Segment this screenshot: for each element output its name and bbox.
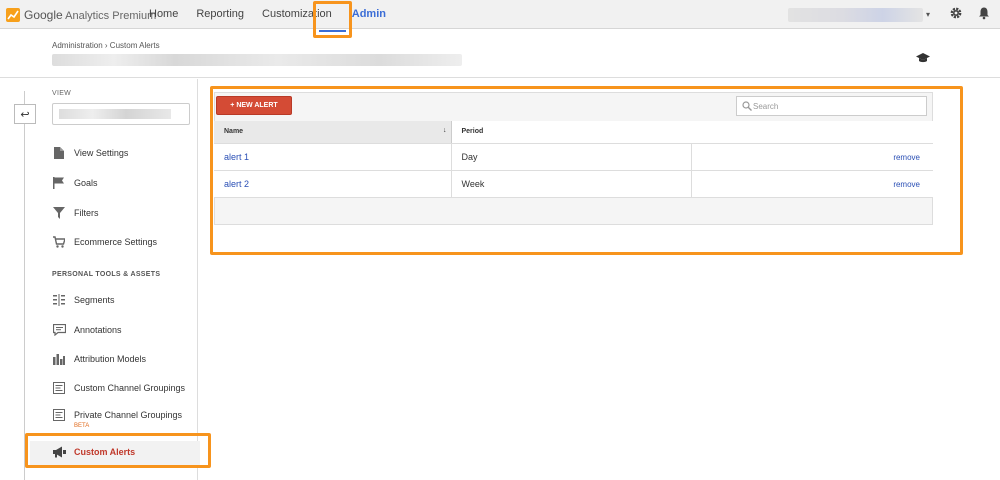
brand-name: Google <box>24 8 63 22</box>
megaphone-icon <box>52 445 66 459</box>
sidebar-item-ecommerce-settings[interactable]: Ecommerce Settings <box>52 234 157 250</box>
sidebar-item-label: View Settings <box>74 148 129 158</box>
sidebar-item-custom-alerts[interactable]: Custom Alerts <box>52 444 135 460</box>
flag-icon <box>52 176 66 190</box>
sidebar-item-custom-channel-groupings[interactable]: Custom Channel Groupings <box>52 380 185 396</box>
beta-badge: BETA <box>74 423 90 429</box>
sidebar-item-label: Custom Alerts <box>74 447 136 457</box>
property-name <box>52 54 462 66</box>
page-header: Administration › Custom Alerts <box>0 30 1000 78</box>
sidebar-item-segments[interactable]: Segments <box>52 292 115 308</box>
account-selector[interactable] <box>788 8 923 22</box>
back-button[interactable]: ↩ <box>14 104 36 124</box>
sidebar-item-goals[interactable]: Goals <box>52 175 98 191</box>
filter-icon <box>52 206 66 220</box>
admin-sidebar: ↩ VIEW View Settings Goals Filters Ecomm… <box>0 79 198 480</box>
main-nav: Home Reporting Customization Admin <box>140 0 395 29</box>
bell-icon[interactable] <box>977 6 991 20</box>
graduation-cap-icon[interactable] <box>916 52 930 64</box>
sidebar-item-label: Private Channel Groupings <box>74 410 183 420</box>
analytics-logo-icon <box>6 8 20 22</box>
sidebar-item-filters[interactable]: Filters <box>52 205 99 221</box>
divider <box>24 91 25 480</box>
sidebar-item-annotations[interactable]: Annotations <box>52 322 122 338</box>
view-selector[interactable] <box>52 103 190 125</box>
sidebar-item-label: Segments <box>74 295 115 305</box>
sidebar-item-label: Annotations <box>74 325 122 335</box>
cart-icon <box>52 235 66 249</box>
nav-home[interactable]: Home <box>140 0 187 29</box>
logo[interactable]: Google Analytics Premium <box>6 7 156 23</box>
gear-icon[interactable] <box>949 6 963 20</box>
caret-down-icon[interactable]: ▾ <box>926 10 930 19</box>
breadcrumb[interactable]: Administration › Custom Alerts <box>52 41 160 50</box>
back-arrow-icon: ↩ <box>20 108 30 121</box>
sidebar-item-label: Custom Channel Groupings <box>74 383 186 393</box>
top-bar: Google Analytics Premium Home Reporting … <box>0 0 1000 32</box>
sidebar-item-view-settings[interactable]: View Settings <box>52 145 128 161</box>
sidebar-item-label: Goals <box>74 178 98 188</box>
channel-grouping-icon <box>52 381 66 395</box>
sidebar-item-label: Filters <box>74 208 99 218</box>
channel-grouping-icon <box>52 408 66 422</box>
nav-reporting[interactable]: Reporting <box>187 0 253 29</box>
view-label: VIEW <box>52 90 72 97</box>
alerts-panel-highlight-box <box>210 86 963 255</box>
sidebar-item-label: Attribution Models <box>74 354 147 364</box>
sidebar-item-private-channel-groupings[interactable]: Private Channel Groupings <box>52 407 182 423</box>
sidebar-item-attribution-models[interactable]: Attribution Models <box>52 351 146 367</box>
sidebar-item-label: Ecommerce Settings <box>74 237 158 247</box>
bar-chart-icon <box>52 352 66 366</box>
comment-icon <box>52 323 66 337</box>
section-title: PERSONAL TOOLS & ASSETS <box>52 271 161 278</box>
segments-icon <box>52 293 66 307</box>
document-icon <box>52 146 66 160</box>
